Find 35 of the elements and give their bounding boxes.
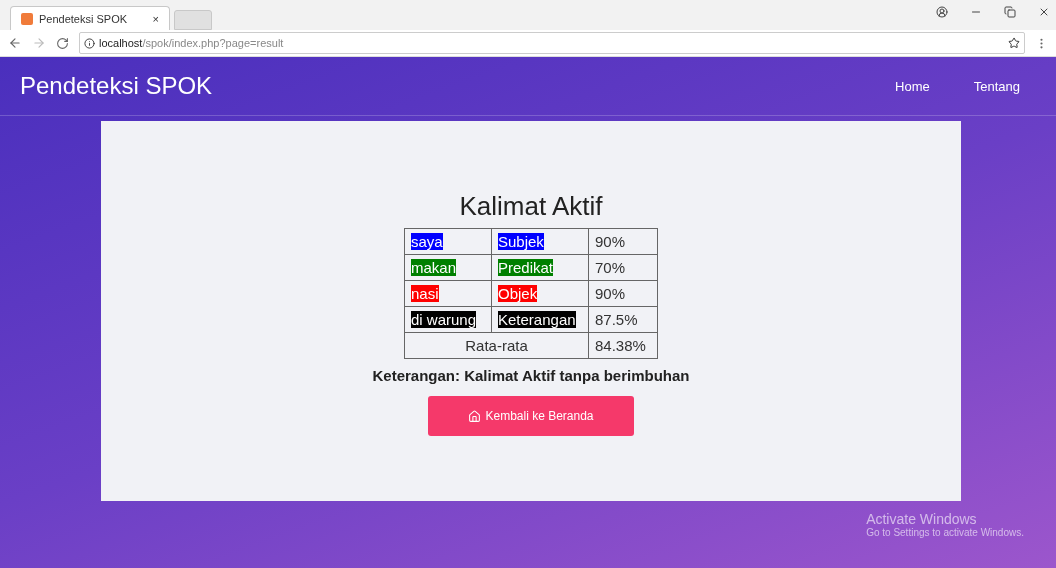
result-note: Keterangan: Kalimat Aktif tanpa berimbuhan — [372, 367, 690, 384]
restore-icon[interactable] — [1004, 6, 1016, 18]
bookmark-star-icon[interactable] — [1008, 37, 1020, 49]
word-label: makan — [411, 259, 457, 276]
profile-icon[interactable] — [936, 6, 948, 18]
role-label: Subjek — [498, 233, 544, 250]
role-label: Objek — [498, 285, 538, 302]
reload-icon[interactable] — [56, 36, 69, 50]
score-cell: 87.5% — [588, 306, 658, 333]
word-label: saya — [411, 233, 443, 250]
home-icon — [468, 409, 482, 423]
tab-title: Pendeteksi SPOK — [39, 12, 129, 25]
score-cell: 90% — [588, 228, 658, 255]
address-field[interactable]: localhost/spok/index.php?page=result — [79, 32, 1025, 54]
tab-close[interactable]: × — [152, 12, 159, 25]
back-home-button[interactable]: Kembali ke Beranda — [428, 396, 634, 436]
browser-tab[interactable]: Pendeteksi SPOK × — [10, 6, 170, 30]
close-icon[interactable] — [1038, 6, 1050, 18]
result-title: Kalimat Aktif — [459, 191, 603, 222]
activation-title: Activate Windows — [866, 511, 978, 527]
role-label: Keterangan — [498, 311, 576, 328]
word-label: di warung — [411, 311, 477, 328]
info-icon — [84, 37, 95, 49]
average-cell: 84.38% — [588, 332, 658, 359]
activation-text: Go to Settings to activate Windows. — [866, 527, 1024, 538]
average-label-cell: Rata-rata — [404, 332, 589, 359]
nav-link[interactable]: Tentang — [973, 78, 1036, 94]
score-cell: 90% — [588, 280, 658, 307]
word-label: nasi — [411, 285, 439, 302]
role-label: Predikat — [498, 259, 554, 276]
nav-link[interactable]: Home — [895, 78, 946, 94]
favicon-icon — [21, 12, 33, 25]
back-icon[interactable] — [8, 36, 22, 50]
brand-title: Pendeteksi SPOK — [20, 72, 214, 100]
score-cell: 70% — [588, 254, 658, 281]
